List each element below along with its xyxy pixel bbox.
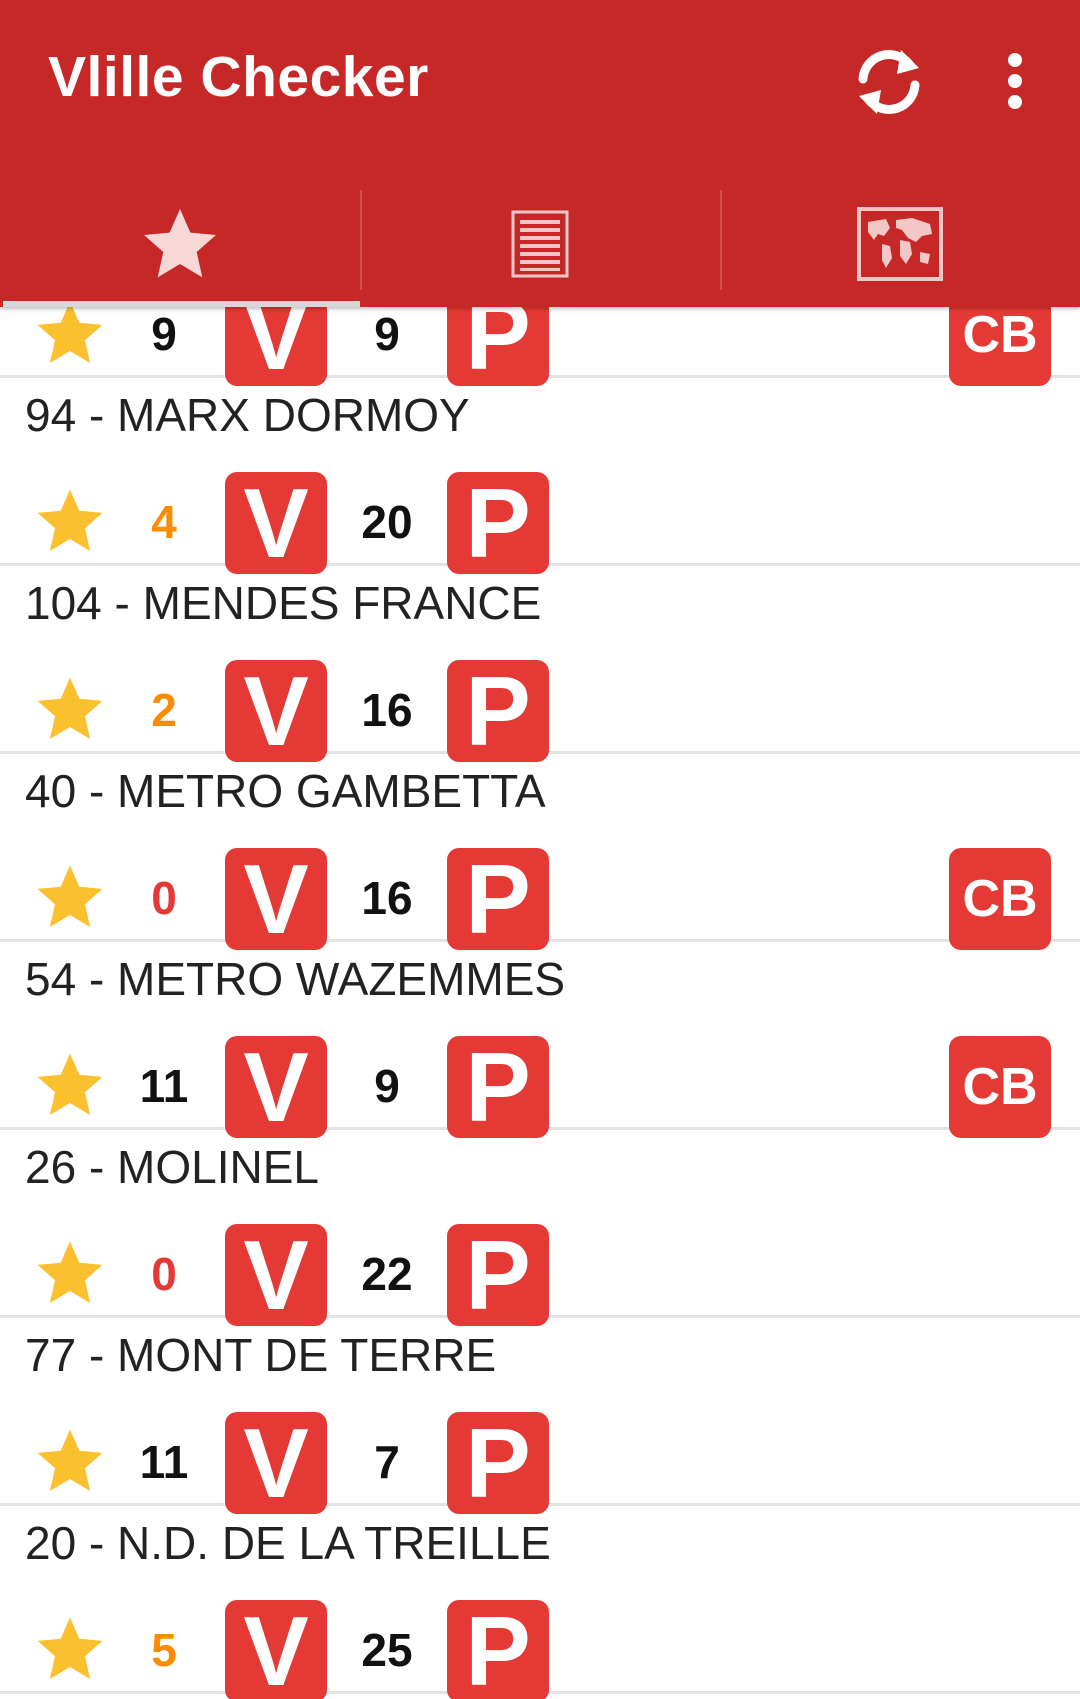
overflow-menu-button[interactable] [990,48,1040,114]
map-icon [857,206,943,281]
station-row[interactable]: 26 - MOLINEL 0 V 22 P [0,1130,1080,1330]
places-badge: P [447,1220,549,1330]
star-icon[interactable] [32,1237,108,1309]
station-name: 20 - N.D. DE LA TREILLE [25,1517,551,1569]
available-bikes-count: 11 [139,1060,189,1112]
bikes-badge: V [225,468,327,578]
available-places-count: 22 [361,1248,413,1300]
available-places-count: 9 [374,1060,400,1112]
tab-bar [0,180,1080,307]
star-icon[interactable] [32,307,108,369]
available-places-count: 25 [361,1624,413,1676]
bikes-badge: V [225,307,327,390]
station-name: 54 - METRO WAZEMMES [25,953,566,1005]
station-row[interactable]: 20 - N.D. DE LA TREILLE 5 V 25 P [0,1506,1080,1699]
available-places-count: 16 [361,684,413,736]
tab-favorites[interactable] [0,180,360,307]
station-row[interactable]: 77 - MONT DE TERRE 11 V 7 P [0,1318,1080,1518]
available-bikes-count: 2 [151,684,177,736]
available-places-count: 16 [361,872,413,924]
more-vert-icon [1008,53,1022,109]
selected-tab-indicator [3,301,360,307]
refresh-button[interactable] [845,38,933,126]
places-badge: P [447,844,549,954]
available-bikes-count: 4 [151,496,177,548]
station-name: 104 - MENDES FRANCE [25,577,542,629]
places-badge: P [447,1408,549,1518]
station-list-inner: 9 V 9 P CB 94 - MARX DORMOY 4 V 20 P 104… [0,307,1080,1699]
bikes-badge: V [225,656,327,766]
station-name: 26 - MOLINEL [25,1141,319,1193]
station-name: 94 - MARX DORMOY [25,389,470,441]
station-row[interactable]: 104 - MENDES FRANCE 2 V 16 P [0,566,1080,766]
available-bikes-count: 0 [151,872,177,924]
app-bar: Vlille Checker [0,0,1080,307]
bikes-badge: V [225,1408,327,1518]
credit-card-badge: CB [949,307,1051,386]
station-name: 40 - METRO GAMBETTA [25,765,546,817]
station-row[interactable]: 94 - MARX DORMOY 4 V 20 P [0,378,1080,578]
available-places-count: 7 [374,1436,400,1488]
tab-list[interactable] [360,180,720,307]
station-row[interactable]: 9 V 9 P CB [0,307,1080,390]
bikes-badge: V [225,1220,327,1330]
available-bikes-count: 5 [151,1624,177,1676]
available-bikes-count: 11 [139,1436,189,1488]
app-title: Vlille Checker [48,45,429,109]
star-icon[interactable] [32,485,108,557]
station-row[interactable]: 40 - METRO GAMBETTA 0 V 16 P CB [0,754,1080,954]
places-badge: P [447,1596,549,1699]
credit-card-badge: CB [949,1036,1051,1138]
bikes-badge: V [225,1032,327,1142]
star-icon[interactable] [32,1613,108,1685]
list-icon [511,210,569,277]
available-places-count: 9 [374,308,400,360]
available-bikes-count: 0 [151,1248,177,1300]
places-badge: P [447,307,549,390]
places-badge: P [447,468,549,578]
bikes-badge: V [225,1596,327,1699]
available-places-count: 20 [361,496,413,548]
places-badge: P [447,656,549,766]
star-icon[interactable] [32,1049,108,1121]
refresh-icon [858,50,920,114]
star-icon [144,208,216,277]
station-name: 77 - MONT DE TERRE [25,1329,497,1381]
tab-map[interactable] [720,180,1080,307]
credit-card-badge: CB [949,848,1051,950]
star-icon[interactable] [32,861,108,933]
star-icon[interactable] [32,673,108,745]
available-bikes-count: 9 [151,308,177,360]
places-badge: P [447,1032,549,1142]
bikes-badge: V [225,844,327,954]
station-list[interactable]: 9 V 9 P CB 94 - MARX DORMOY 4 V 20 P 104… [0,307,1080,1699]
star-icon[interactable] [32,1425,108,1497]
station-row[interactable]: 54 - METRO WAZEMMES 11 V 9 P CB [0,942,1080,1142]
